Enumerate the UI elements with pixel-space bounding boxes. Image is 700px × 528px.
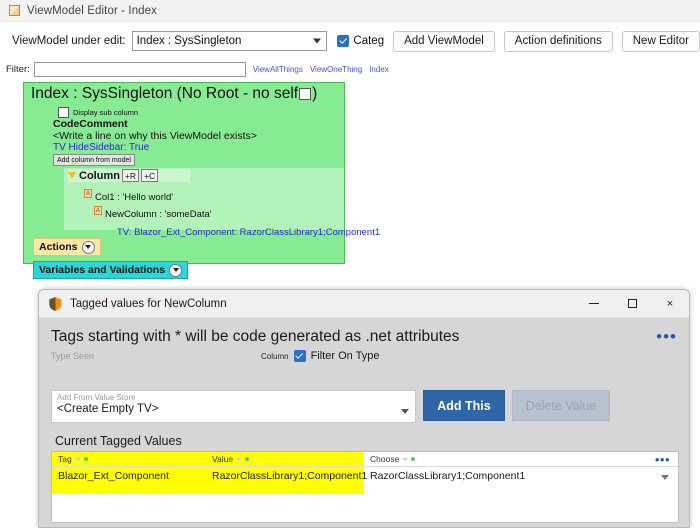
column-item-text: Col1 : 'Hello world' — [95, 192, 173, 203]
cell-value: RazorClassLibrary1;Component1 — [212, 470, 367, 482]
dialog-headline: Tags starting with * will be code genera… — [51, 328, 459, 346]
display-sub-column-label: Display sub column — [73, 108, 138, 117]
add-viewmodel-button[interactable]: Add ViewModel — [393, 31, 495, 52]
viewmodel-heading-suffix: ) — [312, 85, 317, 103]
variables-validations-section-header[interactable]: Variables and Validations — [33, 261, 188, 279]
sort-caret-icon — [236, 458, 242, 461]
table-overflow-menu-icon[interactable]: ••• — [655, 455, 670, 464]
categ-label: Categ — [353, 35, 384, 47]
actions-section-header[interactable]: Actions — [33, 238, 101, 256]
dialog-window-controls: × — [575, 290, 689, 318]
status-dot-icon — [245, 457, 249, 461]
column-type-label: Column — [261, 352, 289, 361]
cell-tag: Blazor_Ext_Component — [58, 470, 169, 482]
column-item-tagged-value[interactable]: TV: Blazor_Ext_Component: RazorClassLibr… — [117, 227, 380, 238]
value-store-combobox[interactable]: Add From Value Store <Create Empty TV> — [51, 390, 416, 423]
code-comment-text[interactable]: <Write a line on why this ViewModel exis… — [53, 130, 257, 142]
list-item[interactable]: A NewColumn : 'someData' TV: Blazor_Ext_… — [94, 204, 380, 240]
chevron-down-icon[interactable] — [401, 409, 409, 414]
filter-on-type-checkbox[interactable] — [294, 350, 306, 362]
app-titlebar: ViewModel Editor - Index — [0, 0, 700, 22]
code-comment-label: CodeComment — [53, 118, 128, 130]
table-header-row: Tag Value Choose ••• — [52, 452, 678, 467]
columns-panel: Column +R +C A Col1 : 'Hello world' A Ne… — [64, 168, 344, 230]
status-dot-icon — [411, 457, 415, 461]
display-sub-column-group[interactable]: Display sub column — [58, 107, 138, 118]
filter-on-type-group[interactable]: Column Filter On Type — [261, 350, 379, 362]
table-header-tag[interactable]: Tag — [58, 454, 88, 464]
chevron-down-icon — [313, 39, 321, 44]
filter-input[interactable] — [34, 62, 246, 77]
attribute-icon: A — [84, 189, 92, 198]
dialog-title: Tagged values for NewColumn — [70, 298, 227, 310]
table-header-value[interactable]: Value — [212, 454, 249, 464]
app-window: ViewModel Editor - Index ViewModel under… — [0, 0, 700, 528]
table-header-choose[interactable]: Choose — [370, 454, 415, 464]
chevron-down-icon[interactable] — [661, 475, 669, 480]
shield-icon — [49, 297, 62, 311]
cell-choose[interactable]: RazorClassLibrary1;Component1 — [370, 470, 525, 482]
tagged-values-table: Tag Value Choose ••• Blazor_Ext — [51, 451, 679, 523]
viewmodel-under-edit-label: ViewModel under edit: — [12, 35, 126, 47]
sort-caret-icon — [402, 458, 408, 461]
viewmodel-heading-text: Index : SysSingleton (No Root - no self — [31, 85, 298, 103]
type-seen-label: Type Seen — [51, 351, 94, 361]
filter-row: Filter: ViewAllThings ViewOneThing Index — [0, 60, 700, 78]
table-header-choose-label: Choose — [370, 454, 399, 464]
categ-checkbox[interactable] — [337, 35, 349, 47]
nav-link-viewallthings[interactable]: ViewAllThings — [253, 65, 303, 74]
overflow-menu-icon[interactable]: ••• — [656, 330, 677, 344]
value-store-value: <Create Empty TV> — [57, 403, 158, 415]
viewmodel-select-value: Index : SysSingleton — [137, 35, 242, 47]
collapse-triangle-icon[interactable] — [68, 172, 76, 179]
value-store-placeholder: Add From Value Store — [57, 393, 136, 402]
close-button[interactable]: × — [651, 290, 689, 318]
new-editor-button[interactable]: New Editor — [622, 31, 700, 52]
variables-validations-label: Variables and Validations — [39, 264, 165, 276]
no-root-checkbox[interactable] — [299, 88, 311, 100]
filter-label: Filter: — [6, 64, 30, 75]
column-label: Column — [79, 170, 120, 182]
add-row-button[interactable]: +R — [122, 169, 139, 182]
chevron-down-icon[interactable] — [82, 241, 95, 254]
delete-value-button: Delete Value — [512, 390, 610, 421]
add-this-button[interactable]: Add This — [423, 390, 505, 421]
table-header-value-label: Value — [212, 454, 233, 464]
categ-checkbox-group[interactable]: Categ — [337, 35, 384, 47]
attribute-icon: A — [94, 206, 102, 215]
current-tagged-values-label: Current Tagged Values — [55, 434, 182, 448]
viewmodel-select[interactable]: Index : SysSingleton — [132, 31, 328, 51]
window-icon — [9, 5, 20, 16]
column-row[interactable]: Column +R +C — [68, 169, 190, 182]
table-row[interactable]: Blazor_Ext_Component RazorClassLibrary1;… — [52, 467, 678, 486]
nav-link-viewonething[interactable]: ViewOneThing — [310, 65, 362, 74]
chevron-down-icon[interactable] — [169, 264, 182, 277]
viewmodel-heading: Index : SysSingleton (No Root - no self) — [31, 85, 317, 103]
maximize-button[interactable] — [613, 290, 651, 318]
tagged-values-dialog: Tagged values for NewColumn × Tags start… — [38, 289, 690, 528]
action-definitions-button[interactable]: Action definitions — [504, 31, 613, 52]
add-column-button[interactable]: +C — [141, 169, 158, 182]
tv-hidesidebar-text[interactable]: TV HideSidebar: True — [53, 142, 149, 153]
viewmodel-card: Index : SysSingleton (No Root - no self)… — [23, 82, 345, 264]
column-item-text: NewColumn : 'someData' — [105, 209, 212, 220]
app-title: ViewModel Editor - Index — [27, 5, 157, 17]
list-item[interactable]: A Col1 : 'Hello world' — [84, 187, 173, 205]
add-column-from-model-button[interactable]: Add column from model — [53, 154, 135, 166]
filter-on-type-label: Filter On Type — [311, 350, 380, 362]
sort-caret-icon — [75, 458, 81, 461]
actions-label: Actions — [39, 241, 78, 253]
minimize-button[interactable] — [575, 290, 613, 318]
toolbar: ViewModel under edit: Index : SysSinglet… — [0, 28, 700, 54]
dialog-titlebar[interactable]: Tagged values for NewColumn × — [39, 290, 689, 318]
display-sub-column-checkbox[interactable] — [58, 107, 69, 118]
status-dot-icon — [84, 457, 88, 461]
table-header-tag-label: Tag — [58, 454, 72, 464]
nav-link-index[interactable]: Index — [369, 65, 389, 74]
